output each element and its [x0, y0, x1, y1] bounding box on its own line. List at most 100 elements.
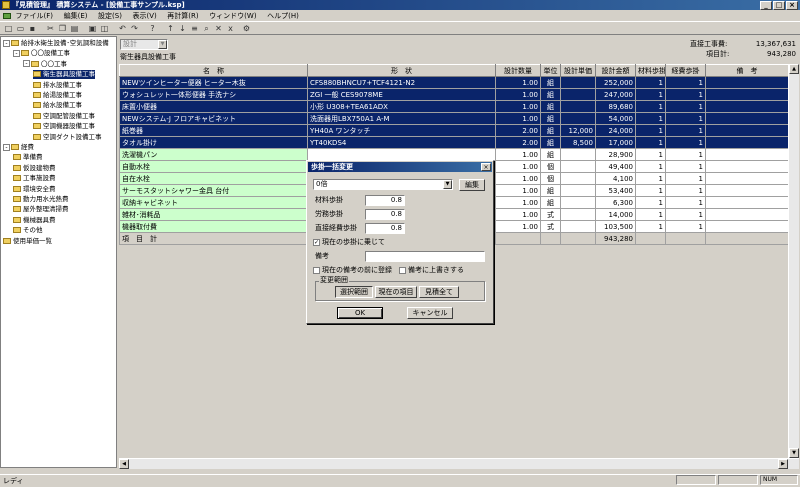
- tree-item[interactable]: - 給排水衛生設備･空気調和設備: [3, 39, 109, 48]
- multiply-current-checkbox[interactable]: ✓: [313, 238, 320, 246]
- cell-unit[interactable]: 組: [540, 76, 561, 89]
- cell-exp[interactable]: 1: [665, 88, 706, 101]
- cell-unit[interactable]: 式: [540, 208, 561, 221]
- cell-shape[interactable]: YT40KDS4: [307, 136, 496, 149]
- minimize-button[interactable]: _: [760, 1, 772, 10]
- insert-row-icon[interactable]: ≡: [190, 24, 199, 33]
- cell-shape[interactable]: 小形 U308+TEA61ADX: [307, 100, 496, 113]
- tree-item[interactable]: 屋外整理清掃費: [13, 205, 69, 214]
- col-unit[interactable]: 単位: [540, 64, 561, 77]
- help-icon[interactable]: ?: [148, 24, 157, 33]
- edit-button[interactable]: 編集: [459, 179, 485, 191]
- table-row[interactable]: ウォシュレット一体形便器 手洗ナシ ZGI 一般 CES9078ME 1.00 組 24…: [119, 88, 789, 101]
- cell-mat[interactable]: 1: [635, 160, 666, 173]
- maximize-button[interactable]: □: [773, 1, 785, 10]
- tree-item[interactable]: 仮設建物費: [13, 164, 56, 173]
- cell-mat[interactable]: 1: [635, 196, 666, 209]
- cell-note[interactable]: [705, 160, 789, 173]
- cell-amount[interactable]: 6,300: [595, 196, 636, 209]
- cell-mat[interactable]: 1: [635, 88, 666, 101]
- col-amount[interactable]: 設計金額: [595, 64, 636, 77]
- scroll-left-icon[interactable]: ◀: [119, 459, 129, 469]
- cell-unit[interactable]: 組: [540, 136, 561, 149]
- material-rate-input[interactable]: 0.8: [365, 195, 405, 206]
- table-row[interactable]: タオル掛け YT40KDS4 2.00 組 8,500 17,000 1 1: [119, 136, 789, 149]
- table-row[interactable]: NEWツインヒーター便器 ヒーター木抜 CFS880BHNCU7+TCF4121-…: [119, 76, 789, 89]
- multiply-icon[interactable]: x: [226, 24, 235, 33]
- vertical-scrollbar[interactable]: ▲ ▼: [788, 64, 799, 458]
- cell-name[interactable]: 収納キャビネット: [119, 196, 308, 209]
- tree-item[interactable]: 衛生器具設備工事: [33, 70, 95, 80]
- cell-name[interactable]: 自在水栓: [119, 172, 308, 185]
- new-icon[interactable]: □: [4, 24, 13, 33]
- cancel-button[interactable]: キャンセル: [407, 307, 453, 319]
- cell-note[interactable]: [705, 112, 789, 125]
- cell-price[interactable]: [560, 88, 596, 101]
- cell-exp[interactable]: 1: [665, 160, 706, 173]
- undo-icon[interactable]: ↶: [118, 24, 127, 33]
- cell-amount[interactable]: 252,000: [595, 76, 636, 89]
- move-down-icon[interactable]: ↓: [178, 24, 187, 33]
- multiply-current-option[interactable]: ✓ 現在の歩掛に乗じて: [313, 237, 385, 248]
- cell-mat[interactable]: 1: [635, 112, 666, 125]
- menu-file[interactable]: ファイル(F): [16, 12, 54, 20]
- direct-rate-input[interactable]: 0.8: [365, 223, 405, 234]
- cell-amount[interactable]: 17,000: [595, 136, 636, 149]
- col-shape[interactable]: 形 状: [307, 64, 496, 77]
- copy-icon[interactable]: ❐: [58, 24, 67, 33]
- cell-qty[interactable]: 1.00: [495, 76, 541, 89]
- tree-item[interactable]: 空調機器設備工事: [33, 122, 95, 131]
- cell-exp[interactable]: 1: [665, 196, 706, 209]
- tree-item[interactable]: その他: [13, 226, 43, 235]
- col-price[interactable]: 設計単価: [560, 64, 596, 77]
- cell-unit[interactable]: 組: [540, 184, 561, 197]
- cell-exp[interactable]: 1: [665, 172, 706, 185]
- cell-mat[interactable]: 1: [635, 184, 666, 197]
- cell-name[interactable]: タオル掛け: [119, 136, 308, 149]
- cell-mat[interactable]: 1: [635, 148, 666, 161]
- range-selection-button[interactable]: 選択範囲: [335, 286, 373, 298]
- cell-name[interactable]: 自動水栓: [119, 160, 308, 173]
- cell-mat[interactable]: 1: [635, 124, 666, 137]
- cell-qty[interactable]: 1.00: [495, 88, 541, 101]
- cell-note[interactable]: [705, 136, 789, 149]
- cell-shape[interactable]: CFS880BHNCU7+TCF4121-N2: [307, 76, 496, 89]
- tree-item[interactable]: 準備費: [13, 153, 43, 162]
- prepend-note-option[interactable]: 現在の備考の前に登録: [313, 265, 392, 276]
- table-row[interactable]: 紙巻器 YH40A ワンタッチ 2.00 組 12,000 24,000 1 1: [119, 124, 789, 137]
- menu-window[interactable]: ウィンドウ(W): [209, 12, 256, 20]
- tree-item[interactable]: 使用単価一覧: [3, 237, 52, 246]
- table-row[interactable]: 洗濯機パン 1.00 組 28,900 1 1: [119, 148, 789, 161]
- save-icon[interactable]: ▪: [28, 24, 37, 33]
- cell-amount[interactable]: 49,400: [595, 160, 636, 173]
- tree-item[interactable]: 給湯設備工事: [33, 91, 82, 100]
- cell-price[interactable]: 12,000: [560, 124, 596, 137]
- cell-qty[interactable]: 1.00: [495, 184, 541, 197]
- menu-settings[interactable]: 設定(S): [98, 12, 122, 20]
- cell-qty[interactable]: 2.00: [495, 124, 541, 137]
- preview-icon[interactable]: ◫: [100, 24, 109, 33]
- cell-exp[interactable]: 1: [665, 76, 706, 89]
- redo-icon[interactable]: ↷: [130, 24, 139, 33]
- cell-amount[interactable]: 247,000: [595, 88, 636, 101]
- delete-icon[interactable]: ✕: [214, 24, 223, 33]
- chevron-down-icon[interactable]: ▼: [443, 180, 452, 189]
- tree-item[interactable]: 工事施設費: [13, 174, 56, 183]
- print-icon[interactable]: ▣: [88, 24, 97, 33]
- cell-price[interactable]: [560, 172, 596, 185]
- col-note[interactable]: 備 考: [705, 64, 789, 77]
- cell-mat[interactable]: 1: [635, 172, 666, 185]
- cell-note[interactable]: [705, 100, 789, 113]
- cell-mat[interactable]: 1: [635, 100, 666, 113]
- cell-qty[interactable]: 1.00: [495, 100, 541, 113]
- cell-unit[interactable]: 式: [540, 220, 561, 233]
- cell-mat[interactable]: 1: [635, 220, 666, 233]
- cell-name[interactable]: 機器取付費: [119, 220, 308, 233]
- cell-shape[interactable]: YH40A ワンタッチ: [307, 124, 496, 137]
- dialog-close-icon[interactable]: ×: [481, 163, 491, 171]
- cell-price[interactable]: [560, 112, 596, 125]
- open-icon[interactable]: ▭: [16, 24, 25, 33]
- move-up-icon[interactable]: ↑: [166, 24, 175, 33]
- cell-note[interactable]: [705, 208, 789, 221]
- cell-qty[interactable]: 2.00: [495, 136, 541, 149]
